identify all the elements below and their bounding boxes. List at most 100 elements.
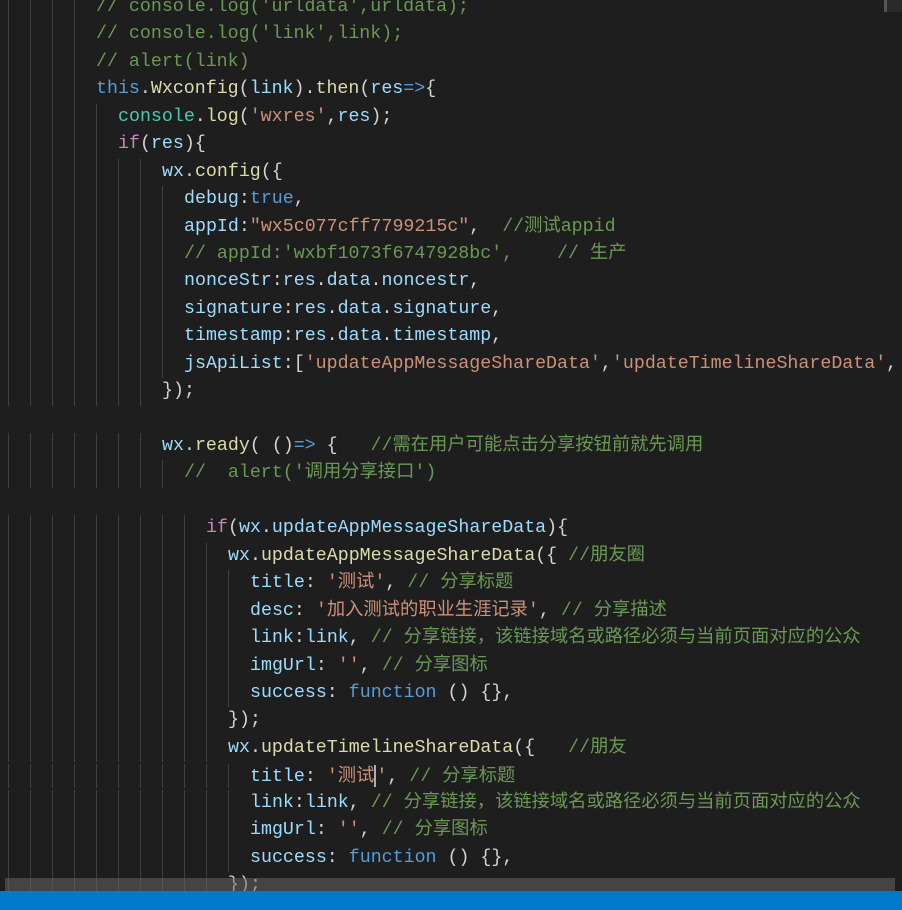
code-line[interactable]	[0, 488, 10, 515]
token: link	[304, 628, 349, 649]
indent-guide	[140, 734, 141, 763]
indent-guide	[96, 652, 97, 680]
indent-guide	[118, 378, 119, 406]
indent-guide	[140, 460, 141, 488]
indent-guide	[74, 21, 75, 49]
indent-guide	[30, 240, 31, 269]
indent-guide	[118, 789, 119, 818]
code-line[interactable]: if(wx.updateAppMessageShareData){	[0, 515, 568, 543]
code-line[interactable]: // alert('调用分享接口')	[0, 460, 436, 488]
indent-guide	[8, 734, 9, 763]
indent-guide	[74, 48, 75, 77]
indent-guide	[96, 295, 97, 324]
code-line[interactable]: success: function () {},	[0, 844, 513, 872]
indent-guide	[162, 679, 163, 708]
indent-guide	[30, 350, 31, 379]
indent-guide	[162, 186, 163, 214]
code-line[interactable]: wx.config({	[0, 158, 283, 187]
code-line[interactable]: this.Wxconfig(link).then(res=>{	[0, 76, 436, 104]
code-line[interactable]: imgUrl: '', // 分享图标	[0, 817, 488, 845]
indent-guide	[118, 433, 119, 461]
code-line[interactable]: nonceStr:res.data.noncestr,	[0, 268, 480, 296]
code-line[interactable]: timestamp:res.data.timestamp,	[0, 323, 502, 351]
indent-guide	[30, 48, 31, 77]
code-line[interactable]: title: '测试', // 分享标题	[0, 570, 513, 598]
code-line[interactable]: });	[0, 707, 261, 735]
indent-guide	[52, 734, 53, 763]
indent-guide	[8, 817, 9, 845]
indent-guide	[162, 734, 163, 763]
code-line[interactable]: // appId:'wxbf1073f6747928bc', // 生产	[0, 240, 626, 269]
code-line[interactable]: success: function () {},	[0, 679, 513, 708]
code-line[interactable]: // console.log('urldata',urldata);	[0, 0, 469, 22]
token: (	[227, 518, 239, 539]
indent-guide	[118, 844, 119, 872]
indent-guide	[162, 764, 163, 788]
code-line[interactable]: desc: '加入测试的职业生涯记录', // 分享描述	[0, 597, 667, 626]
indent-guide	[30, 707, 31, 735]
indent-guide	[52, 378, 53, 406]
indent-guide	[52, 625, 53, 653]
token: ,	[348, 628, 371, 649]
token: '	[376, 767, 388, 788]
token: :	[271, 271, 283, 292]
code-line[interactable]: // console.log('link',link);	[0, 21, 403, 49]
indent-guide	[74, 76, 75, 104]
indent-guide	[30, 186, 31, 214]
indent-guide	[52, 817, 53, 845]
token: ,	[491, 326, 503, 347]
indent-guide	[74, 268, 75, 296]
code-line[interactable]: });	[0, 378, 195, 406]
token: ,	[469, 216, 503, 237]
code-line[interactable]: if(res){	[0, 131, 206, 159]
code-line[interactable]: // alert(link)	[0, 48, 250, 77]
token: ,	[886, 353, 898, 374]
token: Wxconfig	[150, 79, 239, 100]
indent-guide	[96, 323, 97, 351]
code-line[interactable]: console.log('wxres',res);	[0, 103, 392, 132]
indent-guide	[140, 213, 141, 241]
indent-guide	[30, 625, 31, 653]
indent-guide	[162, 542, 163, 571]
indent-guide	[206, 817, 207, 845]
indent-guide	[52, 0, 53, 22]
code-text: signature:res.data.signature,	[184, 296, 502, 323]
vertical-scrollbar-thumb[interactable]	[884, 0, 902, 12]
code-editor[interactable]: // console.log('urldata',urldata); // con…	[0, 0, 902, 891]
token: :[	[282, 353, 305, 374]
indent-guide	[118, 679, 119, 708]
indent-guide	[184, 844, 185, 872]
code-line[interactable]: debug:true,	[0, 186, 305, 214]
token: if	[206, 518, 228, 539]
code-line[interactable]	[0, 406, 10, 433]
indent-guide	[184, 764, 185, 788]
indent-guide	[30, 21, 31, 49]
code-line[interactable]: wx.ready( ()=> { //需在用户可能点击分享按钮前就先调用	[0, 433, 703, 461]
token: ({	[513, 737, 569, 758]
token: ,	[326, 106, 338, 127]
code-line[interactable]: wx.updateAppMessageShareData({ //朋友圈	[0, 542, 645, 571]
code-line[interactable]: link:link, // 分享链接，该链接域名或路径必须与当前页面对应的公众	[0, 789, 861, 818]
indent-guide	[52, 460, 53, 488]
code-line[interactable]: wx.updateTimelineShareData({ //朋友	[0, 734, 627, 763]
code-line[interactable]: jsApiList:['updateAppMessageShareData','…	[0, 350, 897, 379]
token: // 分享链接，该链接域名或路径必须与当前页面对应的公众	[370, 628, 861, 649]
token: '测试'	[326, 573, 386, 594]
indent-guide	[52, 76, 53, 104]
indent-guide	[162, 240, 163, 269]
token: .	[326, 298, 338, 319]
code-line[interactable]: link:link, // 分享链接，该链接域名或路径必须与当前页面对应的公众	[0, 625, 861, 653]
indent-guide	[52, 21, 53, 49]
code-line[interactable]: appId:"wx5c077cff7799215c", //测试appid	[0, 213, 616, 241]
code-text: desc: '加入测试的职业生涯记录', // 分享描述	[250, 598, 667, 625]
token: updateTimelineShareData	[260, 737, 514, 758]
code-line[interactable]: imgUrl: '', // 分享图标	[0, 652, 488, 680]
horizontal-scrollbar[interactable]	[5, 878, 895, 891]
indent-guide	[118, 597, 119, 626]
token: data	[337, 298, 382, 319]
code-text: wx.ready( ()=> { //需在用户可能点击分享按钮前就先调用	[162, 433, 703, 460]
indent-guide	[206, 542, 207, 571]
token: :	[293, 628, 305, 649]
indent-guide	[118, 460, 119, 488]
code-line[interactable]: signature:res.data.signature,	[0, 295, 502, 324]
